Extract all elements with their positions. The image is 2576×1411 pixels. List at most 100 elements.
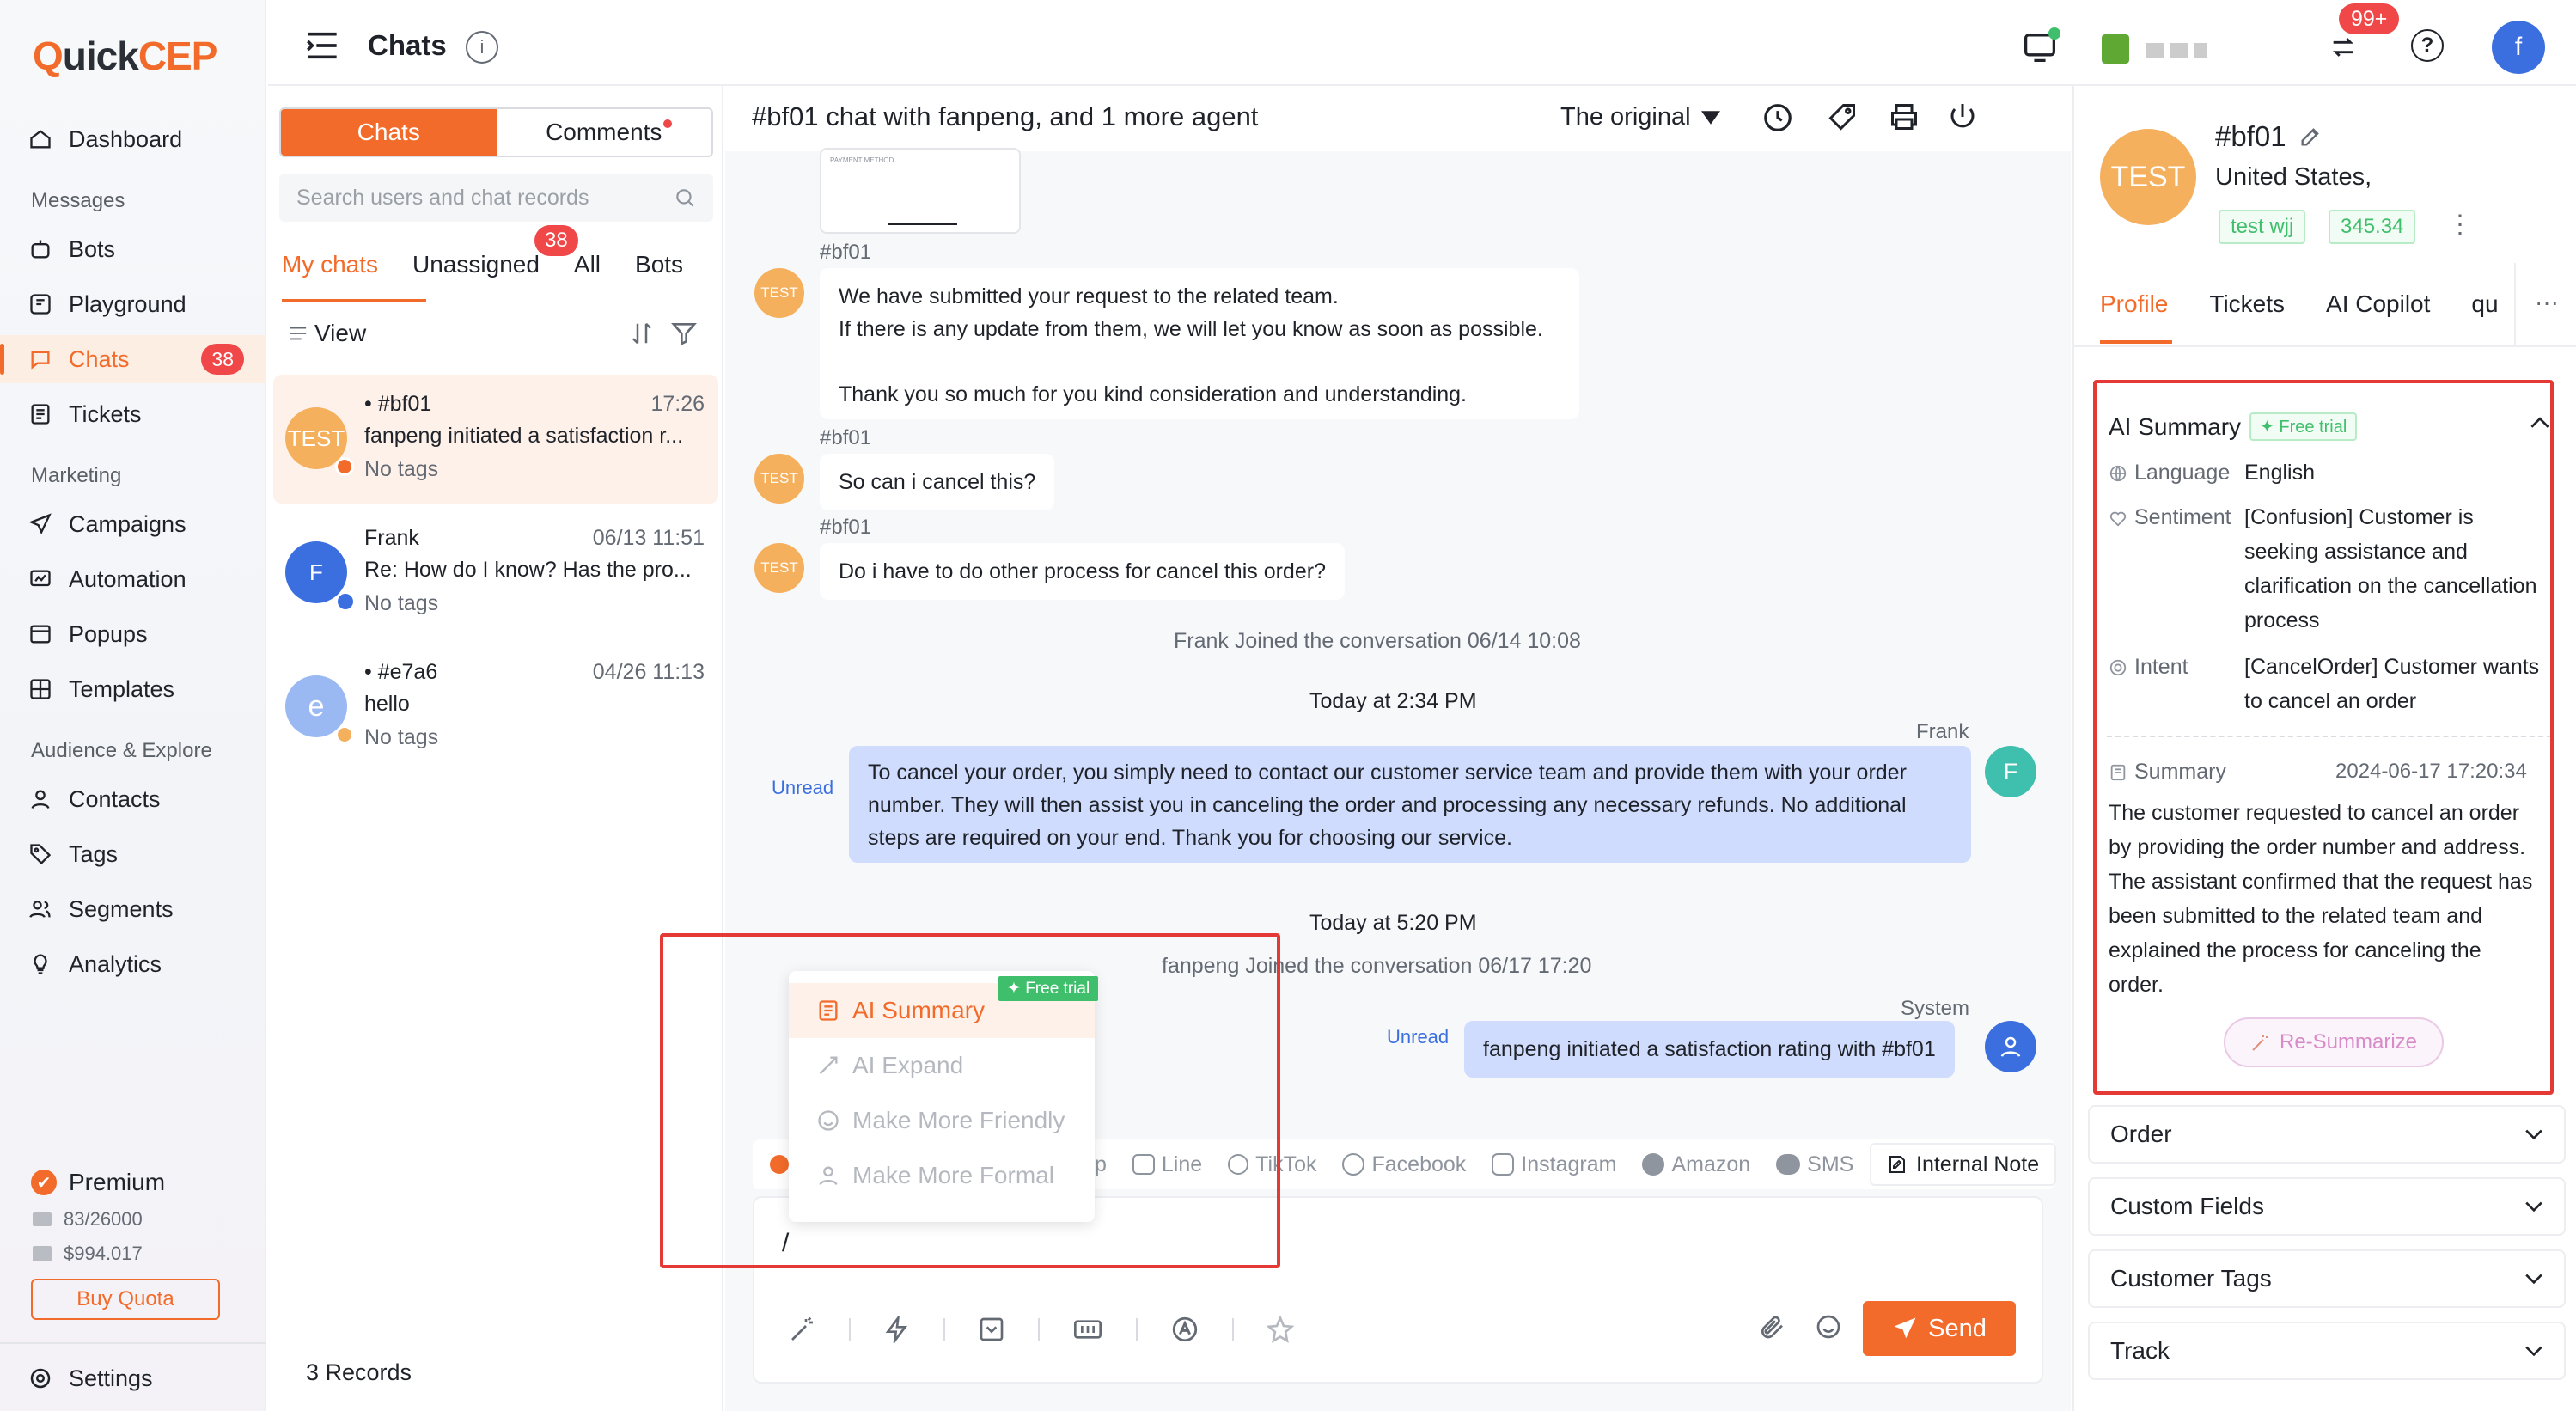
nav-segments[interactable]: Segments xyxy=(0,885,266,933)
nav-tags[interactable]: Tags xyxy=(0,830,266,878)
users-icon xyxy=(27,896,53,922)
sender-name: #bf01 xyxy=(820,426,872,449)
emoji-icon[interactable] xyxy=(1815,1313,1842,1341)
tab-my-chats[interactable]: My chats xyxy=(282,251,378,278)
tabs-divider xyxy=(2514,263,2516,345)
info-icon[interactable]: i xyxy=(466,31,498,64)
tab-ai-copilot[interactable]: AI Copilot xyxy=(2326,290,2430,318)
tabs-bottom-border xyxy=(2072,345,2576,347)
chevron-down-icon xyxy=(2525,1346,2542,1357)
template-icon[interactable] xyxy=(978,1316,1005,1343)
buy-quota-button[interactable]: Buy Quota xyxy=(31,1279,220,1320)
store-switcher-blurred[interactable] xyxy=(2146,43,2207,58)
section-custom-fields[interactable]: Custom Fields xyxy=(2088,1177,2566,1236)
instagram-icon xyxy=(1492,1153,1515,1176)
monitor-chat-icon[interactable] xyxy=(2023,27,2060,62)
help-icon[interactable]: ? xyxy=(2411,29,2444,62)
nav-playground[interactable]: Playground xyxy=(0,280,266,328)
internal-note-button[interactable]: Internal Note xyxy=(1870,1143,2057,1186)
system-event: Frank Joined the conversation 06/14 10:0… xyxy=(1174,629,1581,653)
records-count: 3 Records xyxy=(306,1359,412,1385)
nav-bots[interactable]: Bots xyxy=(0,225,266,273)
top-bar xyxy=(268,0,2576,86)
chat-item[interactable]: e • #e7a6 04/26 11:13 hello No tags xyxy=(273,643,718,772)
user-avatar[interactable]: f xyxy=(2492,21,2545,74)
plan-premium: ✔ Premium xyxy=(31,1169,165,1196)
send-button[interactable]: Send xyxy=(1863,1301,2016,1356)
tab-all[interactable]: All xyxy=(574,251,601,278)
unread-label: Unread xyxy=(772,777,834,798)
template-icon xyxy=(27,676,53,702)
messenger-icon xyxy=(1342,1153,1365,1176)
tab-unassigned[interactable]: Unassigned xyxy=(412,251,540,278)
customer-message: So can i cancel this? xyxy=(820,454,1055,510)
tab-bots[interactable]: Bots xyxy=(635,251,683,278)
chat-item[interactable]: F Frank 06/13 11:51 Re: How do I know? Ha… xyxy=(273,509,718,638)
bot-icon xyxy=(27,236,53,262)
filter-icon[interactable] xyxy=(670,320,698,347)
nav-templates[interactable]: Templates xyxy=(0,665,266,713)
tab-comments[interactable]: Comments xyxy=(497,109,712,156)
nav-campaigns[interactable]: Campaigns xyxy=(0,500,266,548)
section-customer-tags[interactable]: Customer Tags xyxy=(2088,1249,2566,1308)
tab-profile[interactable]: Profile xyxy=(2100,290,2168,318)
print-icon[interactable] xyxy=(1889,101,1920,132)
coupon-icon[interactable] xyxy=(1072,1316,1103,1343)
send-icon xyxy=(1894,1317,1916,1339)
lightning-icon[interactable] xyxy=(883,1316,911,1343)
chat-item[interactable]: TEST • #bf01 17:26 fanpeng initiated a sa… xyxy=(273,375,718,504)
app-logo: QuickCEP xyxy=(33,34,217,78)
section-audience: Audience & Explore xyxy=(31,739,212,762)
chevron-down-icon xyxy=(2525,1129,2542,1140)
ai-icon[interactable] xyxy=(1170,1315,1199,1344)
order-value-tag: 345.34 xyxy=(2329,210,2416,244)
history-icon[interactable] xyxy=(1761,101,1794,134)
tab-chats[interactable]: Chats xyxy=(281,109,497,156)
switch-icon[interactable] xyxy=(2329,33,2358,62)
tab-tickets[interactable]: Tickets xyxy=(2209,290,2285,318)
chevron-down-icon xyxy=(2525,1274,2542,1285)
nav-analytics[interactable]: Analytics xyxy=(0,940,266,988)
section-order[interactable]: Order xyxy=(2088,1105,2566,1164)
chat-filter-tabs: My chats Unassigned All Bots xyxy=(282,251,683,278)
shopify-icon[interactable] xyxy=(2102,34,2129,64)
star-icon[interactable] xyxy=(1267,1316,1294,1343)
highlight-box-ai-summary xyxy=(2093,380,2554,1095)
agent-message: To cancel your order, you simply need to… xyxy=(849,746,1971,863)
view-dropdown[interactable]: View xyxy=(289,320,366,347)
thumb-bar xyxy=(888,223,957,225)
attachment-thumbnail[interactable]: PAYMENT METHOD xyxy=(820,148,1021,234)
translation-dropdown[interactable]: The original xyxy=(1560,103,1720,131)
nav-tickets[interactable]: Tickets xyxy=(0,390,266,438)
collapse-menu-icon[interactable] xyxy=(305,31,339,60)
page-title: Chats xyxy=(368,29,447,61)
note-icon xyxy=(1889,1156,1905,1173)
more-tabs-icon[interactable]: ··· xyxy=(2535,289,2559,316)
magic-wand-icon[interactable] xyxy=(789,1316,816,1343)
tag-icon[interactable] xyxy=(1827,101,1858,132)
chat-search-input[interactable]: Search users and chat records xyxy=(279,174,713,222)
power-icon[interactable] xyxy=(1947,101,1978,132)
avatar: TEST xyxy=(754,268,804,318)
nav-contacts[interactable]: Contacts xyxy=(0,775,266,823)
popup-icon xyxy=(27,621,53,647)
nav-popups[interactable]: Popups xyxy=(0,610,266,658)
tab-qu[interactable]: qu xyxy=(2471,290,2498,318)
nav-settings[interactable]: Settings xyxy=(0,1354,266,1402)
caret-down-icon xyxy=(1700,110,1720,125)
attachment-icon[interactable] xyxy=(1758,1313,1785,1341)
channel-sms[interactable]: SMS xyxy=(1776,1152,1853,1177)
nav-dashboard[interactable]: Dashboard xyxy=(0,115,266,163)
email-badge-icon xyxy=(335,591,356,612)
section-track[interactable]: Track xyxy=(2088,1322,2566,1380)
channel-facebook[interactable]: Facebook xyxy=(1342,1152,1466,1177)
nav-automation[interactable]: Automation xyxy=(0,555,266,603)
channel-amazon[interactable]: Amazon xyxy=(1642,1152,1750,1177)
channel-instagram[interactable]: Instagram xyxy=(1492,1152,1616,1177)
sender-name: #bf01 xyxy=(820,241,872,264)
edit-icon[interactable] xyxy=(2298,125,2323,149)
nav-chats[interactable]: Chats 38 xyxy=(0,335,266,383)
more-options-icon[interactable]: ⋮ xyxy=(2447,210,2473,240)
sidebar: QuickCEP Dashboard Messages Bots Playgro… xyxy=(0,0,266,1411)
sort-icon[interactable] xyxy=(629,320,655,347)
